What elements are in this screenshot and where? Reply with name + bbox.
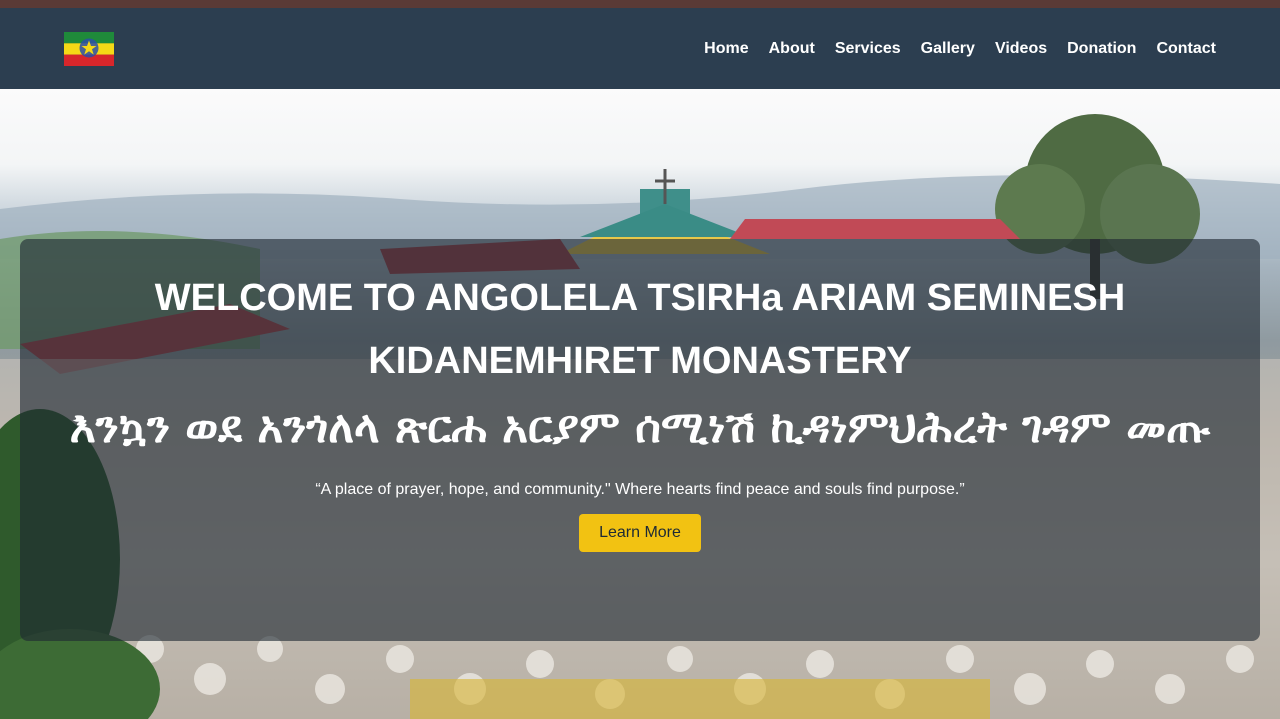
- top-accent-strip: [0, 0, 1280, 8]
- hero-section: WELCOME TO ANGOLELA TSIRHa ARIAM SEMINES…: [0, 89, 1280, 719]
- nav-link-contact[interactable]: Contact: [1156, 40, 1216, 57]
- site-navbar: Home About Services Gallery Videos Donat…: [0, 8, 1280, 89]
- nav-link-home[interactable]: Home: [704, 40, 748, 57]
- site-logo[interactable]: [64, 31, 114, 66]
- nav-link-videos[interactable]: Videos: [995, 40, 1047, 57]
- nav-item-about: About: [769, 40, 815, 58]
- main-nav: Home About Services Gallery Videos Donat…: [704, 40, 1216, 58]
- learn-more-button[interactable]: Learn More: [579, 514, 701, 552]
- nav-item-gallery: Gallery: [921, 40, 975, 58]
- nav-link-gallery[interactable]: Gallery: [921, 40, 975, 57]
- nav-item-donation: Donation: [1067, 40, 1136, 58]
- hero-title-english: WELCOME TO ANGOLELA TSIRHa ARIAM SEMINES…: [154, 277, 1126, 382]
- nav-link-services[interactable]: Services: [835, 40, 901, 57]
- hero-tagline: “A place of prayer, hope, and community.…: [315, 481, 965, 498]
- nav-link-about[interactable]: About: [769, 40, 815, 57]
- nav-link-donation[interactable]: Donation: [1067, 40, 1136, 57]
- nav-item-services: Services: [835, 40, 901, 58]
- nav-item-home: Home: [704, 40, 748, 58]
- nav-item-videos: Videos: [995, 40, 1047, 58]
- ethiopian-flag-icon: [64, 31, 114, 66]
- nav-item-contact: Contact: [1156, 40, 1216, 58]
- hero-overlay-card: WELCOME TO ANGOLELA TSIRHa ARIAM SEMINES…: [20, 239, 1260, 641]
- hero-title-amharic: እንኳን ወደ አንጎለላ ጽርሐ አርያም ሰሚነሽ ኪዳነምህሕረት ገዳም…: [69, 402, 1211, 453]
